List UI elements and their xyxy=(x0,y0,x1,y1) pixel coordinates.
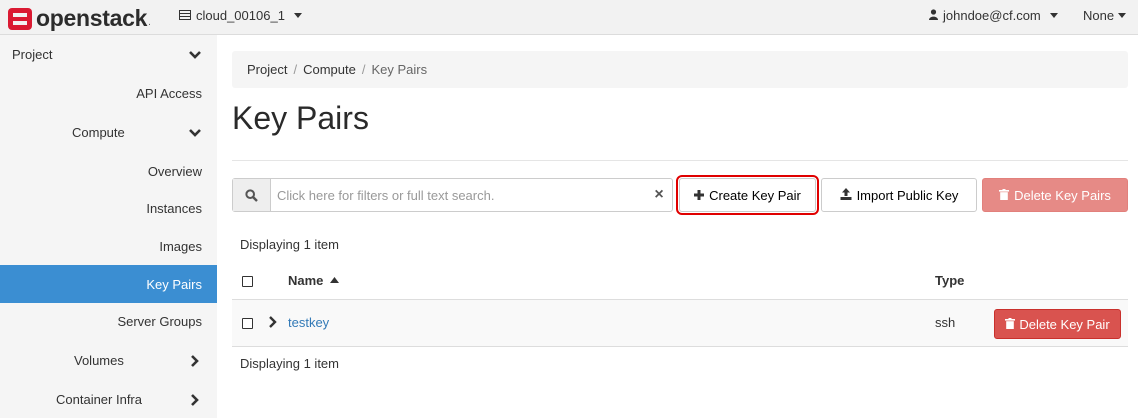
filter-group: × xyxy=(232,178,673,212)
openstack-logo[interactable]: openstack . xyxy=(8,5,151,32)
chevron-down-icon xyxy=(188,126,202,140)
table-count-top: Displaying 1 item xyxy=(240,237,339,252)
divider xyxy=(232,160,1128,161)
sidebar-item-label: Instances xyxy=(146,200,202,216)
table-count-bottom: Displaying 1 item xyxy=(240,356,339,371)
table-row: testkey ssh Delete Key Pair xyxy=(232,300,1128,347)
sidebar-item-instances[interactable]: Instances xyxy=(0,189,217,227)
breadcrumb: Project / Compute / Key Pairs xyxy=(232,51,1128,88)
sidebar-item-label: Compute xyxy=(72,124,125,140)
sidebar-item-api-access[interactable]: API Access xyxy=(0,74,217,112)
top-navbar: openstack . cloud_00106_1 johndoe@cf.com… xyxy=(0,0,1138,35)
breadcrumb-compute[interactable]: Compute xyxy=(303,62,356,77)
sidebar-item-overview[interactable]: Overview xyxy=(0,152,217,190)
sidebar: Project API Access Compute Overview Inst… xyxy=(0,35,217,418)
close-icon[interactable]: × xyxy=(646,179,672,211)
chevron-right-icon[interactable] xyxy=(268,316,278,331)
sidebar-item-label: Container Infra xyxy=(56,391,142,407)
breadcrumb-current: Key Pairs xyxy=(371,62,428,77)
key-pair-type: ssh xyxy=(935,315,956,330)
server-icon xyxy=(179,8,191,23)
sidebar-item-label: API Access xyxy=(136,85,202,101)
row-checkbox[interactable] xyxy=(242,318,253,329)
delete-key-pairs-button[interactable]: Delete Key Pairs xyxy=(982,178,1128,212)
region-selector[interactable]: None xyxy=(1083,8,1127,23)
region-name: None xyxy=(1083,8,1115,23)
sidebar-item-label: Server Groups xyxy=(117,313,202,329)
create-key-pair-button[interactable]: Create Key Pair xyxy=(676,175,819,215)
sidebar-item-compute[interactable]: Compute xyxy=(0,113,217,151)
sidebar-item-label: Key Pairs xyxy=(146,276,202,292)
column-name-label: Name xyxy=(288,273,324,288)
openstack-logo-icon xyxy=(8,7,32,30)
breadcrumb-project[interactable]: Project xyxy=(247,62,287,77)
sidebar-item-label: Overview xyxy=(147,163,202,179)
user-menu[interactable]: johndoe@cf.com xyxy=(929,8,1058,23)
search-icon[interactable] xyxy=(233,179,271,211)
key-pair-name-link[interactable]: testkey xyxy=(288,315,329,330)
caret-down-icon xyxy=(1118,13,1127,18)
delete-key-pairs-label: Delete Key Pairs xyxy=(1014,187,1111,203)
sidebar-item-label: Images xyxy=(159,238,202,254)
sidebar-item-container-infra[interactable]: Container Infra xyxy=(0,380,217,418)
delete-key-pair-button[interactable]: Delete Key Pair xyxy=(994,309,1121,339)
sidebar-item-label: Volumes xyxy=(74,352,124,368)
delete-key-pair-label: Delete Key Pair xyxy=(1019,316,1110,332)
upload-icon xyxy=(840,187,852,203)
page-title: Key Pairs xyxy=(232,100,369,136)
sidebar-item-volumes[interactable]: Volumes xyxy=(0,341,217,379)
chevron-down-icon xyxy=(188,48,202,62)
search-input[interactable] xyxy=(271,179,646,211)
import-public-key-button[interactable]: Import Public Key xyxy=(821,178,977,212)
create-key-pair-label: Create Key Pair xyxy=(709,187,801,203)
trash-icon xyxy=(999,188,1010,203)
project-name: cloud_00106_1 xyxy=(196,8,285,23)
chevron-right-icon xyxy=(188,354,202,368)
plus-icon xyxy=(694,188,705,203)
sidebar-item-label: Project xyxy=(12,46,53,62)
sidebar-item-server-groups[interactable]: Server Groups xyxy=(0,302,217,340)
caret-down-icon xyxy=(1049,13,1058,18)
caret-down-icon xyxy=(293,13,302,18)
sidebar-item-images[interactable]: Images xyxy=(0,227,217,265)
chevron-right-icon xyxy=(188,393,202,407)
user-email: johndoe@cf.com xyxy=(943,8,1041,23)
sort-up-icon xyxy=(327,273,340,288)
column-name-header[interactable]: Name xyxy=(288,273,340,288)
brand-dot: . xyxy=(148,17,151,28)
table-header: Name Type xyxy=(232,262,1128,301)
project-selector[interactable]: cloud_00106_1 xyxy=(179,8,302,23)
user-icon xyxy=(929,8,938,23)
breadcrumb-separator: / xyxy=(361,62,366,77)
trash-icon xyxy=(1005,317,1016,332)
breadcrumb-separator: / xyxy=(293,62,298,77)
import-public-key-label: Import Public Key xyxy=(856,187,959,203)
sidebar-item-project[interactable]: Project xyxy=(0,35,217,73)
select-all-checkbox[interactable] xyxy=(242,276,253,287)
column-type-header: Type xyxy=(935,273,965,288)
brand-name: openstack xyxy=(36,5,148,31)
sidebar-item-key-pairs[interactable]: Key Pairs xyxy=(0,265,217,303)
